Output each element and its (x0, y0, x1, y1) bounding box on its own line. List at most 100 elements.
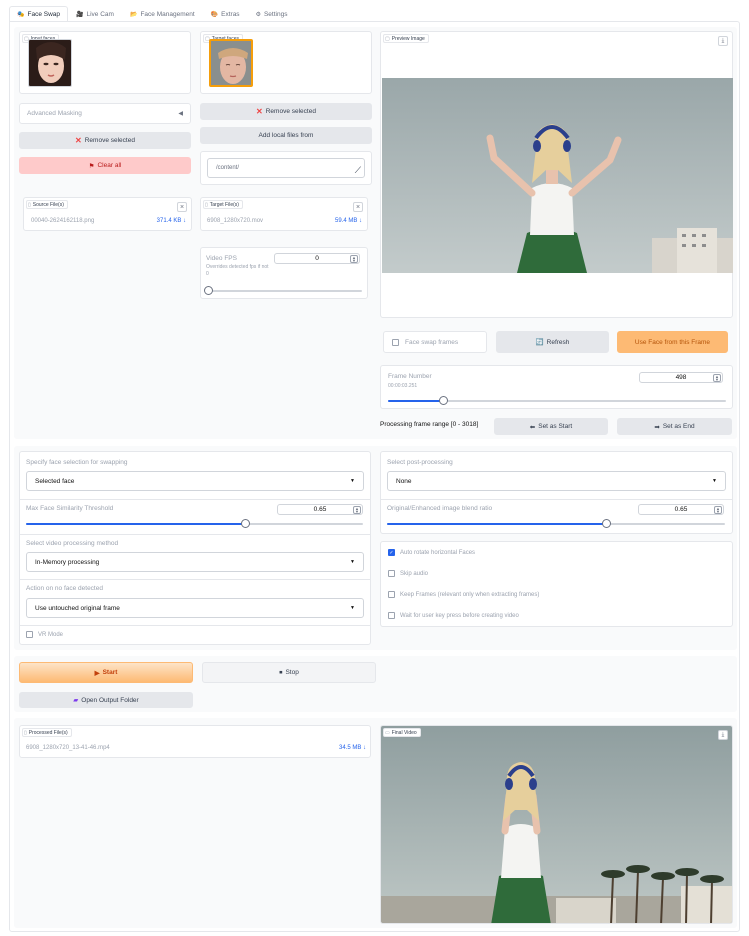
image-icon: ▢ (385, 35, 390, 42)
use-face-from-frame-button[interactable]: Use Face from this Frame (617, 331, 728, 353)
frame-number-input[interactable]: 498 ▲ ▼ (639, 372, 723, 383)
checkbox-label: Auto rotate horizontal Faces (400, 549, 476, 556)
button-label: Set as Start (538, 423, 573, 430)
tab-face-management[interactable]: 📂 Face Management (122, 6, 203, 22)
stepper-icon[interactable]: ▲ ▼ (714, 506, 722, 514)
caret-down-icon: ▼ (350, 605, 355, 611)
download-video-button[interactable]: ⤓ (718, 730, 728, 740)
open-output-folder-button[interactable]: ▰ Open Output Folder (19, 692, 193, 708)
stepper-icon[interactable]: ▲ ▼ (353, 506, 361, 514)
label-text: Final Video (391, 729, 417, 736)
tab-extras[interactable]: 🎨 Extras (203, 6, 248, 22)
remove-selected-target-button[interactable]: ✕ Remove selected (200, 103, 372, 120)
frame-slider-fill (388, 400, 444, 402)
video-fps-panel: Video FPS Overrides detected fps if not … (200, 247, 368, 299)
target-face-thumbnail[interactable] (209, 39, 253, 87)
add-local-files-button[interactable]: Add local files from (200, 127, 372, 144)
option-wait-key[interactable]: Wait for user key press before creating … (388, 612, 519, 619)
source-file-row: 00040-2624162118.png 371.4 KB ↓ (31, 218, 186, 224)
blend-ratio-label: Original/Enhanced image blend ratio (387, 505, 493, 512)
set-as-start-button[interactable]: ⬅ Set as Start (494, 418, 608, 435)
file-size-download-link[interactable]: 59.4 MB ↓ (335, 218, 362, 224)
set-as-end-button[interactable]: ➡ Set as End (617, 418, 732, 435)
remove-selected-input-button[interactable]: ✕ Remove selected (19, 132, 191, 149)
label-text: Target File(s) (209, 201, 239, 208)
button-label: Stop (285, 669, 299, 676)
tab-label: Live Cam (86, 11, 114, 18)
stepper-icon[interactable]: ▲ ▼ (713, 374, 721, 382)
file-icon: ▯ (205, 201, 208, 208)
video-icon: ▭ (385, 729, 390, 736)
caret-down-icon: ▼ (712, 478, 717, 484)
divider (20, 625, 370, 626)
face-selection-label: Specify face selection for swapping (26, 459, 128, 466)
processed-files-label: ▯ Processed File(s) (22, 728, 72, 737)
number-value: 0.65 (313, 506, 327, 513)
target-files-label: ▯ Target File(s) (203, 200, 243, 209)
input-face-thumbnail[interactable] (28, 39, 72, 87)
gear-icon: ⚙ (255, 12, 261, 18)
refresh-button[interactable]: 🔄 Refresh (496, 331, 609, 353)
stop-button[interactable]: ⏹ Stop (202, 662, 376, 683)
tab-face-swap[interactable]: 🎭 Face Swap (9, 6, 69, 22)
final-video-player[interactable] (381, 726, 733, 924)
face-swap-frames-checkbox[interactable]: Face swap frames (383, 331, 487, 353)
dropdown-value: Use untouched original frame (35, 604, 120, 612)
cross-icon: ✕ (75, 136, 82, 145)
file-size-download-link[interactable]: 371.4 KB ↓ (157, 218, 186, 224)
file-name: 00040-2624162118.png (31, 218, 95, 224)
frame-number-panel: Frame Number 00:00:03.251 498 ▲ ▼ (380, 365, 733, 409)
no-face-dropdown[interactable]: Use untouched original frame ▼ (26, 598, 364, 618)
label-text: Preview Image (391, 35, 425, 42)
option-skip-audio[interactable]: Skip audio (388, 570, 428, 577)
checkbox-label: Face swap frames (405, 338, 459, 346)
video-method-dropdown[interactable]: In-Memory processing ▼ (26, 552, 364, 572)
clear-target-file-button[interactable]: × (353, 202, 363, 212)
stepper-icon[interactable]: ▲ ▼ (350, 255, 358, 263)
processed-file-row: 6908_1280x720_13-41-46.mp4 34.5 MB ↓ (26, 745, 366, 751)
option-auto-rotate[interactable]: ✓ Auto rotate horizontal Faces (388, 549, 475, 556)
post-processing-dropdown[interactable]: None ▼ (387, 471, 726, 491)
tab-settings[interactable]: ⚙ Settings (248, 6, 296, 22)
similarity-input[interactable]: 0.65 ▲ ▼ (277, 504, 363, 515)
checkbox-box (388, 570, 395, 577)
clear-all-button[interactable]: ⚑ Clear all (19, 157, 191, 174)
video-fps-input[interactable]: 0 ▲ ▼ (274, 253, 360, 264)
divider (20, 499, 370, 500)
video-fps-slider-handle[interactable] (203, 286, 213, 295)
checkbox-label: Keep Frames (relevant only when extracti… (400, 591, 540, 598)
blend-slider-handle[interactable] (602, 519, 612, 528)
dropdown-value: In-Memory processing (35, 558, 100, 566)
tab-live-cam[interactable]: 🎥 Live Cam (68, 6, 122, 22)
path-input[interactable]: /content/ (207, 158, 365, 178)
file-name: 6908_1280x720.mov (207, 218, 264, 224)
frame-slider-handle[interactable] (439, 396, 449, 405)
accordion-label: Advanced Masking (27, 110, 82, 117)
resize-handle-icon[interactable]: ⟋ (355, 165, 361, 176)
advanced-masking-accordion[interactable]: Advanced Masking ◀ (19, 103, 191, 124)
checkbox-box (388, 591, 395, 598)
button-label: Use Face from this Frame (634, 338, 711, 346)
dropdown-value: None (396, 477, 412, 485)
preview-image (382, 78, 733, 273)
file-size-download-link[interactable]: 34.5 MB ↓ (339, 745, 366, 751)
button-label: Refresh (546, 338, 570, 346)
blend-ratio-input[interactable]: 0.65 ▲ ▼ (638, 504, 724, 515)
folder-icon: ▰ (73, 697, 79, 704)
no-face-label: Action on no face detected (26, 585, 103, 592)
path-input-wrapper: /content/ ⟋ (200, 151, 372, 185)
clear-source-file-button[interactable]: × (177, 202, 187, 212)
checkbox-box (26, 631, 33, 638)
arrow-right-icon: ➡ (654, 423, 660, 431)
post-processing-label: Select post-processing (387, 459, 453, 466)
option-keep-frames[interactable]: Keep Frames (relevant only when extracti… (388, 591, 539, 598)
download-preview-button[interactable]: ⤓ (718, 36, 728, 46)
video-fps-slider-track[interactable] (208, 290, 362, 292)
start-button[interactable]: ▶ Start (19, 662, 193, 683)
checkmark-icon: ✓ (388, 549, 395, 556)
target-files-panel: ▯ Target File(s) × 6908_1280x720.mov 59.4 … (200, 197, 368, 231)
face-selection-dropdown[interactable]: Selected face ▼ (26, 471, 364, 491)
vr-mode-checkbox[interactable]: VR Mode (26, 631, 63, 638)
similarity-slider-handle[interactable] (240, 519, 250, 528)
cross-icon: ✕ (256, 107, 263, 116)
